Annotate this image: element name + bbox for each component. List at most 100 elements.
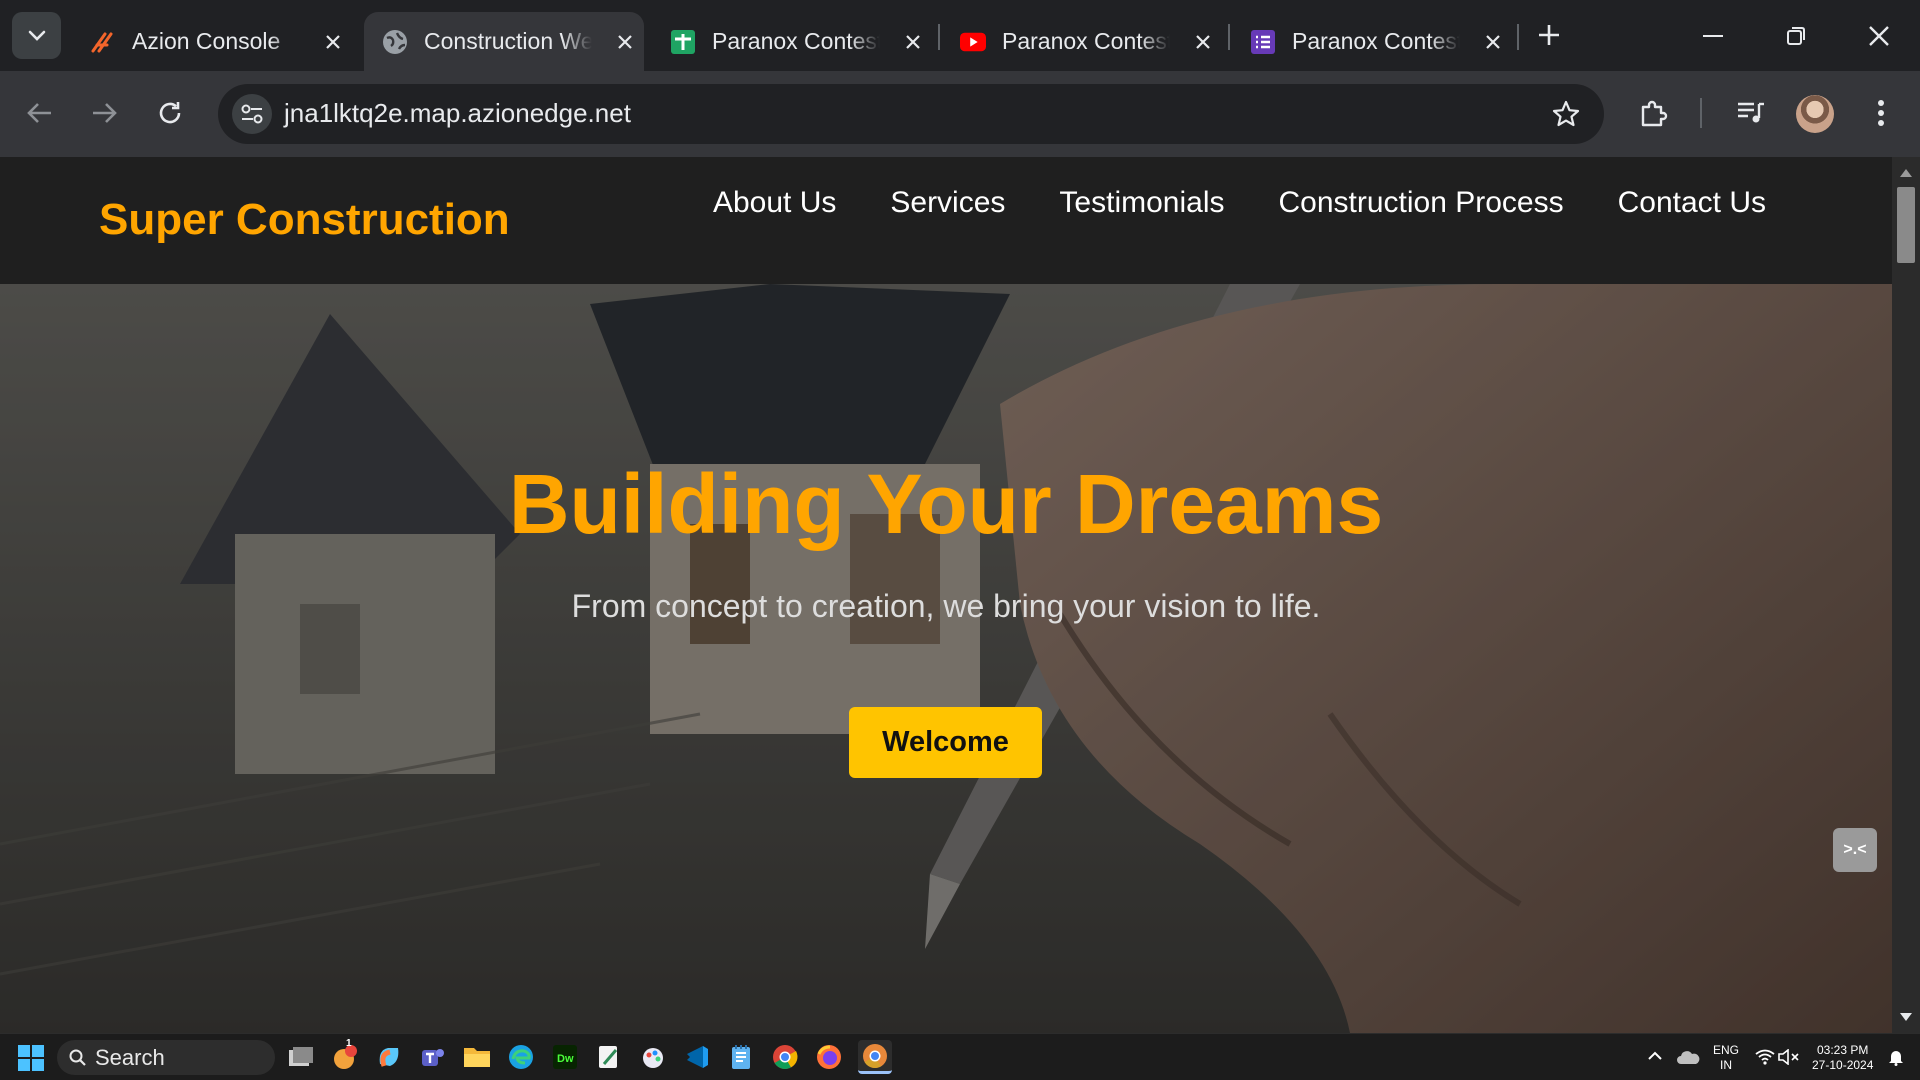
svg-text:Dw: Dw xyxy=(557,1053,574,1065)
minimize-button[interactable] xyxy=(1685,12,1741,60)
chat-widget-icon[interactable]: 1 xyxy=(330,1038,360,1072)
onedrive-cloud-icon[interactable] xyxy=(1675,1044,1701,1070)
copilot-icon[interactable] xyxy=(374,1042,404,1072)
scrollbar-thumb[interactable] xyxy=(1897,187,1915,263)
hero-section: Building Your Dreams From concept to cre… xyxy=(0,284,1892,1033)
tab-strip: Azion Console Construction Website Paran… xyxy=(0,0,1920,71)
close-tab-icon[interactable] xyxy=(1478,27,1508,57)
tab-paranox-contest-forms[interactable]: Paranox Contest xyxy=(1232,12,1512,71)
vscode-icon[interactable] xyxy=(682,1042,712,1072)
extensions-button[interactable] xyxy=(1633,92,1675,134)
notepad-edit-icon[interactable] xyxy=(594,1042,624,1072)
profile-avatar[interactable] xyxy=(1796,95,1834,133)
forward-button[interactable] xyxy=(82,91,126,135)
language-code: ENG xyxy=(1713,1043,1740,1057)
kebab-menu-icon xyxy=(1878,100,1884,126)
site-header: Super Construction About Us Services Tes… xyxy=(0,157,1892,284)
tab-title: Azion Console xyxy=(132,28,281,54)
site-info-button[interactable] xyxy=(232,94,272,134)
back-button[interactable] xyxy=(18,91,62,135)
sheets-plus-icon xyxy=(670,29,696,55)
scroll-down-arrow-icon[interactable] xyxy=(1892,1007,1920,1027)
minimize-icon xyxy=(1703,35,1723,37)
windows-taskbar: Search 1 Dw ENG IN 03:23 PM 27-10-2024 xyxy=(0,1033,1920,1080)
toolbar-divider xyxy=(1700,98,1702,128)
address-bar[interactable]: jna1lktq2e.map.azionedge.net xyxy=(218,84,1604,144)
language-indicator[interactable]: ENG IN xyxy=(1713,1043,1739,1073)
tab-separator xyxy=(1517,24,1519,50)
dreamweaver-icon[interactable]: Dw xyxy=(550,1042,580,1072)
firefox-icon[interactable] xyxy=(814,1042,844,1072)
taskbar-badge: 1 xyxy=(346,1038,352,1049)
tab-title: Paranox Contest xyxy=(1002,28,1170,54)
tab-title: Paranox Contest xyxy=(1292,28,1460,54)
nav-contact-us[interactable]: Contact Us xyxy=(1618,186,1766,220)
task-view-icon[interactable] xyxy=(286,1042,316,1072)
star-icon xyxy=(1552,100,1580,127)
close-tab-icon[interactable] xyxy=(1188,27,1218,57)
youtube-icon xyxy=(960,29,986,55)
site-brand[interactable]: Super Construction xyxy=(99,195,510,245)
azion-logo-icon xyxy=(90,29,116,55)
tab-separator xyxy=(1228,24,1230,50)
notepad-icon[interactable] xyxy=(726,1042,756,1072)
hero-subtitle: From concept to creation, we bring your … xyxy=(571,588,1321,624)
volume-muted-icon[interactable] xyxy=(1776,1044,1802,1070)
taskbar-search-box[interactable]: Search xyxy=(57,1040,275,1075)
browser-menu-button[interactable] xyxy=(1860,92,1902,134)
show-hidden-icons-chevron-up-icon[interactable] xyxy=(1643,1044,1667,1068)
page-scrollbar[interactable] xyxy=(1892,157,1920,1033)
tab-azion-console[interactable]: Azion Console xyxy=(72,12,352,71)
nav-services[interactable]: Services xyxy=(890,186,1005,220)
browser-toolbar: jna1lktq2e.map.azionedge.net xyxy=(0,71,1920,157)
forms-list-icon xyxy=(1250,29,1276,55)
address-url[interactable]: jna1lktq2e.map.azionedge.net xyxy=(284,98,631,129)
clock-time: 03:23 PM xyxy=(1817,1043,1869,1057)
chevron-down-icon xyxy=(28,30,45,41)
close-window-button[interactable] xyxy=(1851,12,1907,60)
notification-bell-icon[interactable] xyxy=(1883,1044,1909,1070)
chrome-icon[interactable] xyxy=(770,1042,800,1072)
page-viewport: Super Construction About Us Services Tes… xyxy=(0,157,1892,1033)
tab-search-button[interactable] xyxy=(12,12,61,59)
new-tab-button[interactable] xyxy=(1532,18,1566,52)
bookmark-star-button[interactable] xyxy=(1550,98,1582,130)
tune-icon xyxy=(241,104,263,124)
language-region: IN xyxy=(1720,1058,1732,1072)
reload-button[interactable] xyxy=(148,91,192,135)
restore-button[interactable] xyxy=(1768,12,1824,60)
windows-start-icon[interactable] xyxy=(18,1045,44,1071)
floating-widget-button[interactable]: >.< xyxy=(1833,828,1877,872)
tab-construction-website[interactable]: Construction Website xyxy=(364,12,644,71)
clock-date: 27-10-2024 xyxy=(1812,1058,1874,1072)
nav-construction-process[interactable]: Construction Process xyxy=(1278,186,1563,220)
reload-icon xyxy=(159,102,181,124)
welcome-button[interactable]: Welcome xyxy=(849,707,1042,778)
search-icon xyxy=(69,1049,86,1066)
clock[interactable]: 03:23 PM 27-10-2024 xyxy=(1812,1043,1873,1073)
arrow-left-icon xyxy=(27,103,51,123)
restore-icon xyxy=(1787,27,1805,45)
chrome-canary-icon[interactable] xyxy=(858,1040,892,1074)
paint-icon[interactable] xyxy=(638,1042,668,1072)
plus-icon xyxy=(1539,25,1559,45)
media-controls-button[interactable] xyxy=(1730,92,1772,134)
edge-icon[interactable] xyxy=(506,1042,536,1072)
hero-title: Building Your Dreams xyxy=(508,457,1384,551)
nav-about-us[interactable]: About Us xyxy=(713,186,836,220)
nav-testimonials[interactable]: Testimonials xyxy=(1059,186,1224,220)
close-tab-icon[interactable] xyxy=(318,27,348,57)
tab-paranox-contest-sheets[interactable]: Paranox Contest xyxy=(652,12,932,71)
close-tab-icon[interactable] xyxy=(610,27,640,57)
arrow-right-icon xyxy=(93,103,117,123)
wifi-icon[interactable] xyxy=(1752,1044,1778,1070)
hero-dark-overlay xyxy=(0,284,1892,1033)
taskbar-search-label: Search xyxy=(95,1044,165,1070)
scroll-up-arrow-icon[interactable] xyxy=(1892,163,1920,183)
close-tab-icon[interactable] xyxy=(898,27,928,57)
tab-separator xyxy=(938,24,940,50)
tab-paranox-contest-youtube[interactable]: Paranox Contest xyxy=(942,12,1222,71)
teams-icon[interactable] xyxy=(418,1042,448,1072)
puzzle-icon xyxy=(1641,100,1668,127)
file-explorer-icon[interactable] xyxy=(462,1042,492,1072)
